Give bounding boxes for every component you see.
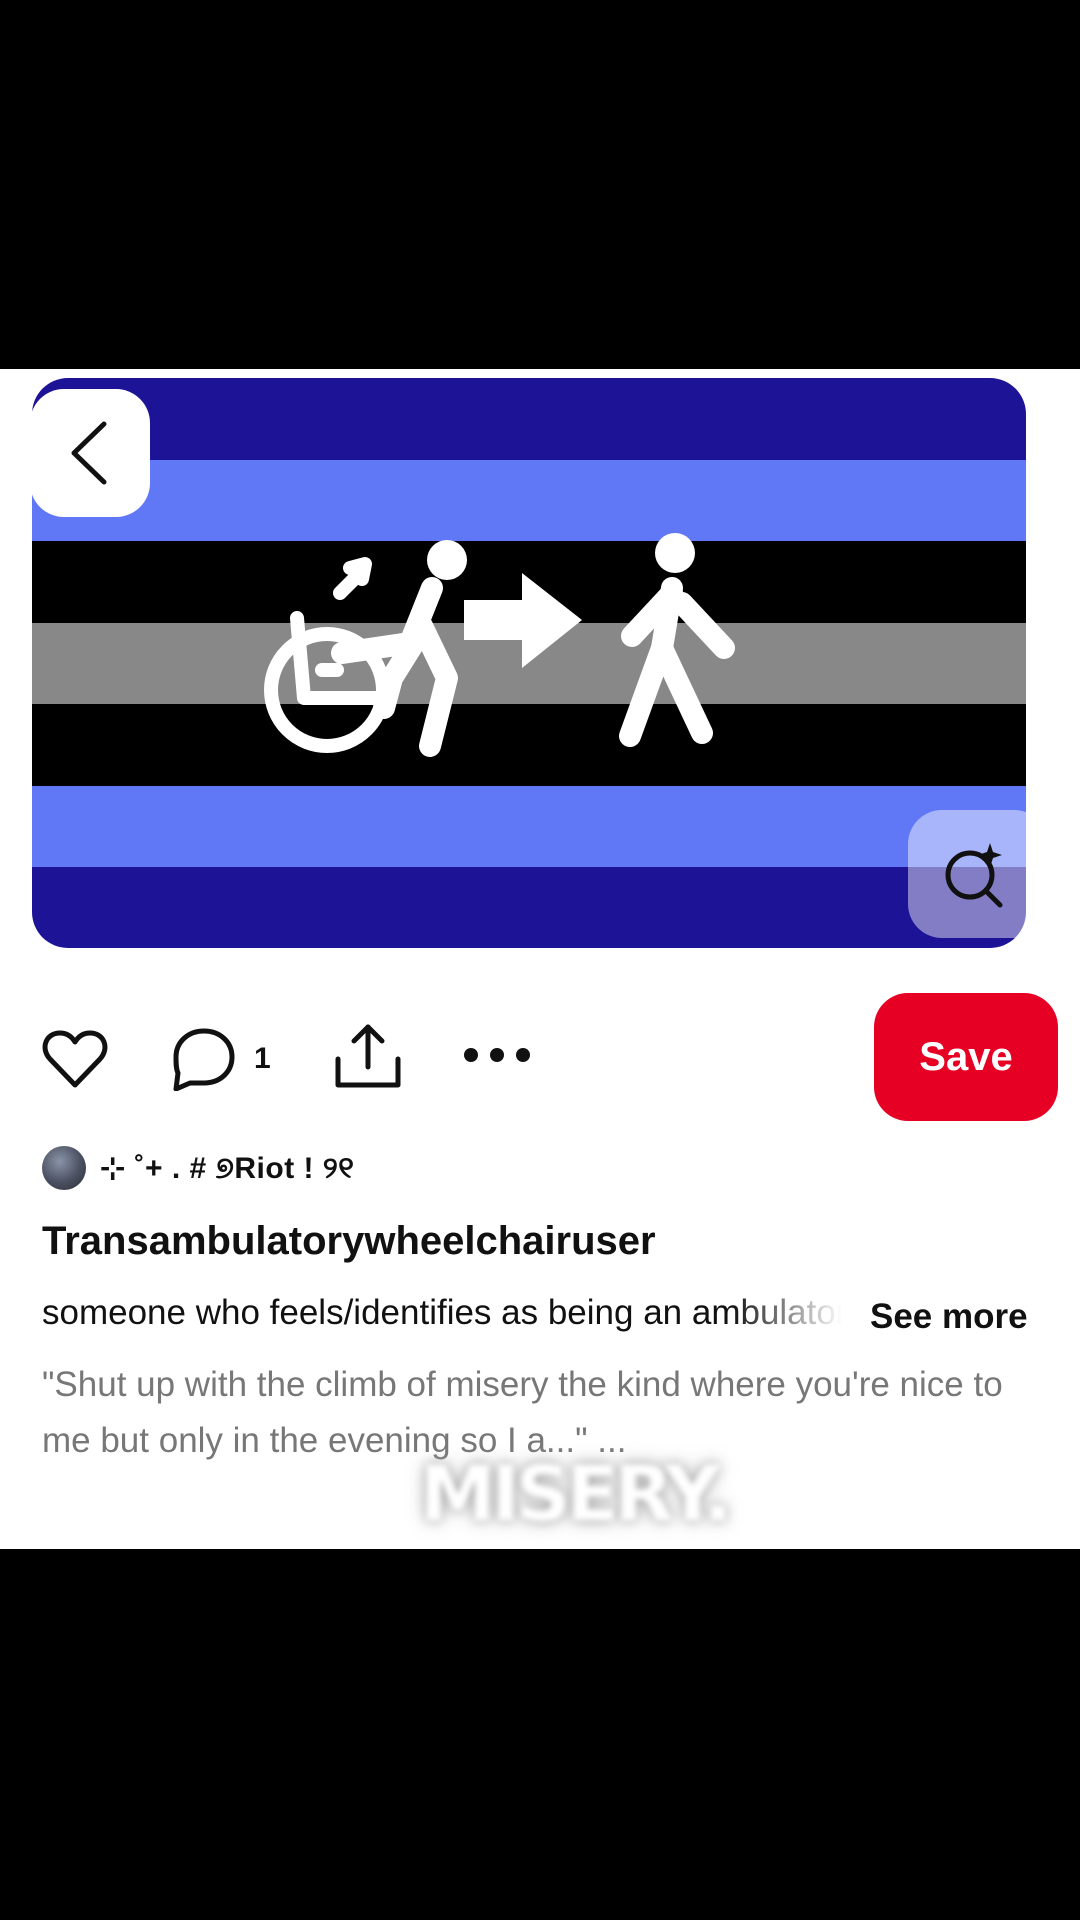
see-more-link[interactable]: See more	[870, 1297, 1028, 1337]
share-button[interactable]	[334, 1023, 402, 1089]
pin-image[interactable]	[32, 378, 1026, 948]
description-row: someone who feels/identifies as being an…	[42, 1293, 1042, 1343]
author-name[interactable]: ⊹ ˚+ . # ୭Riot ! ୨୧	[100, 1151, 354, 1186]
author-row[interactable]: ⊹ ˚+ . # ୭Riot ! ୨୧	[42, 1145, 354, 1191]
visual-search-sparkle-icon	[945, 843, 1003, 908]
video-caption-overlay: MISERY.	[420, 1449, 732, 1538]
avatar[interactable]	[42, 1146, 86, 1190]
pin-description: someone who feels/identifies as being an…	[42, 1293, 862, 1332]
comment-button[interactable]: 1	[172, 1027, 271, 1091]
pin-title: Transambulatorywheelchairuser	[42, 1219, 656, 1263]
more-dots-icon	[464, 1048, 530, 1062]
chevron-left-icon	[71, 421, 107, 485]
heart-icon	[42, 1030, 108, 1088]
like-button[interactable]	[42, 1029, 108, 1089]
share-upload-icon	[335, 1024, 401, 1088]
comment-bubble-icon	[173, 1028, 235, 1091]
pin-card: 1 Save ⊹ ˚+ . # ୭Riot ! ୨୧ Transambulato…	[0, 369, 1080, 1549]
save-button[interactable]: Save	[874, 993, 1058, 1121]
more-options-button[interactable]	[462, 1045, 532, 1065]
comment-count: 1	[254, 1042, 271, 1075]
visual-search-button[interactable]	[908, 810, 1048, 938]
back-button[interactable]	[30, 389, 150, 517]
transambulatory-flag-image	[32, 378, 1026, 948]
